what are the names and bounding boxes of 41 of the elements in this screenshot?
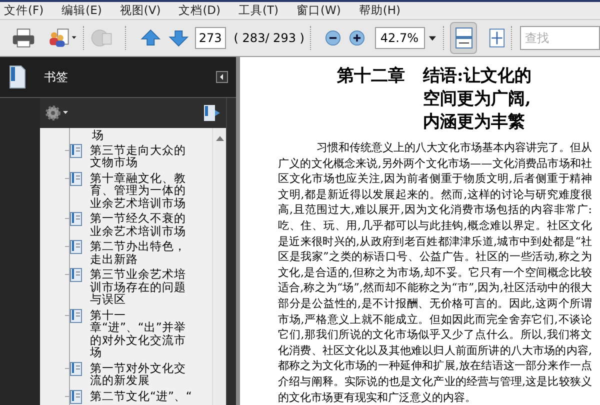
bookmark-item[interactable]: 第三节业余艺术培训市场存在的问题与误区 bbox=[90, 268, 196, 306]
menu-item[interactable]: 视图(V) bbox=[120, 2, 161, 20]
bookmark-icon[interactable] bbox=[8, 65, 26, 89]
bookmark-item[interactable]: 第十一章“进”、“出”并举的对外文化交流市场 bbox=[90, 308, 196, 358]
chapter-number: 第十二章 bbox=[337, 65, 405, 88]
zoom-in-icon[interactable] bbox=[349, 29, 366, 47]
bookmark-item[interactable]: 第一节对外文化交流的新发展 bbox=[90, 362, 196, 386]
menu-item[interactable]: 工具(T) bbox=[238, 2, 279, 20]
menu-item[interactable]: 编辑(E) bbox=[62, 2, 102, 20]
scroll-up-icon[interactable] bbox=[216, 136, 224, 141]
search-field[interactable]: 查找 bbox=[520, 26, 600, 50]
globe-icon bbox=[90, 27, 114, 49]
menu-item[interactable]: 文档(D) bbox=[178, 2, 221, 20]
body-paragraph: 习惯和传统意义上的八大文化市场基本内容讲完了。但从广义的文化概念来说,另外两个文化市场——文化消费品市场和社区文化市场也应关注,因为前者侧重于物质文明,后者侧重于精神文明,都是新近得以发展起来的。然而,这样的讨论与研究难度很高,且范围过大,难以展开,因为文化消费市场包括的内容非常广:吃、住、玩、用,几乎都可以与此挂钩,概念难以界定。社区文化是近来很时兴的,从政府到老百姓都津津乐道,城市中到处都是“社区是我家”之类的标语口号、公益广告。社区的一些活动,称之为文化,是合适的,但称之为市场,却不妥。它只有一个空间概念比较适合,称之为“场”,然而却不能称之为“市”,因为,社区活动中的很大部分是公益性的,是不计报酬、无价格可言的。因此,这两个所谓市场,严格意义上就不能成立。但如因此而完全舍弃它们,不谈论它们,那我们所说的文化市场似乎又少了点什么。所以,我们将文化消费、社区文化以及其他难以归人前面所讲的八大市场的内容,都称之为文化市场的一种延伸和扩展,放在结语这一部分来作一点介绍与阐释。实际说的也是文化产业的经营与管理,这是比较狭义的文化市场更有现实和广泛意义的内容。 bbox=[278, 140, 592, 405]
fit-page-icon[interactable] bbox=[489, 27, 505, 49]
collapse-icon[interactable] bbox=[216, 71, 228, 83]
fit-width-button[interactable] bbox=[450, 22, 478, 54]
printer-icon[interactable] bbox=[12, 27, 36, 49]
fit-width-icon bbox=[454, 27, 473, 49]
people-document-icon[interactable] bbox=[47, 27, 78, 49]
bookmark-options-icon[interactable] bbox=[203, 104, 221, 122]
chapter-title: 结语:让文化的 bbox=[423, 65, 532, 88]
gear-icon[interactable] bbox=[45, 105, 69, 121]
zoom-field[interactable]: 42.7% bbox=[375, 27, 426, 49]
page-number-field[interactable]: 273 bbox=[194, 27, 226, 49]
chapter-title: 内涵更为丰繁 bbox=[423, 111, 526, 134]
bookmark-item[interactable]: 第一节经久不衰的业余艺术培训市场 bbox=[90, 212, 196, 237]
page-count: ( 283/ 293 ) bbox=[234, 30, 304, 47]
bookmark-item[interactable]: 第三节走向大众的文物市场 bbox=[90, 144, 196, 168]
caret-icon[interactable] bbox=[428, 34, 438, 42]
scrollbar[interactable] bbox=[212, 128, 226, 405]
zoom-out-icon[interactable] bbox=[325, 29, 342, 47]
bookmark-item[interactable]: 第十章融文化、教育、管理为一体的业余艺术培训市场 bbox=[90, 172, 196, 209]
menu-item[interactable]: 帮助(H) bbox=[358, 2, 401, 20]
chapter-title: 空间更为广阔, bbox=[423, 88, 532, 111]
panel-title: 书签 bbox=[44, 69, 68, 86]
bookmark-item[interactable]: 场 bbox=[92, 129, 198, 142]
bookmark-item[interactable]: 第二节办出特色，走出新路 bbox=[90, 240, 196, 265]
menu-item[interactable]: 窗口(W) bbox=[296, 2, 341, 20]
menu-item[interactable]: 文件(F) bbox=[4, 2, 44, 20]
bookmark-item[interactable]: 第二节文化“进”、“ bbox=[90, 390, 196, 402]
